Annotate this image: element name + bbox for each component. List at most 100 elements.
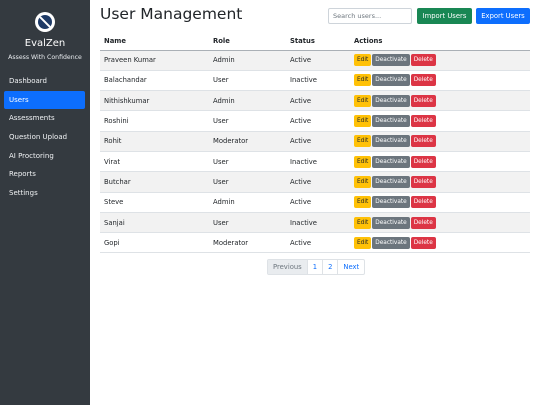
delete-button[interactable]: Delete bbox=[410, 155, 436, 168]
edit-button[interactable]: Edit bbox=[354, 236, 372, 249]
edit-button[interactable]: Edit bbox=[354, 175, 372, 188]
pagination-page-1[interactable]: 1 bbox=[306, 260, 322, 274]
user-status-cell: Active bbox=[286, 171, 350, 193]
brain-logo-icon bbox=[35, 12, 55, 32]
edit-button[interactable]: Edit bbox=[354, 94, 372, 107]
user-actions-cell: Edit Deactivate Delete bbox=[350, 131, 530, 152]
edit-button[interactable]: Edit bbox=[354, 54, 372, 67]
deactivate-button[interactable]: Deactivate bbox=[372, 135, 410, 148]
pagination-previous[interactable]: Previous bbox=[268, 260, 307, 274]
deactivate-button[interactable]: Deactivate bbox=[372, 94, 410, 107]
delete-button[interactable]: Delete bbox=[410, 236, 436, 249]
page-title: User Management bbox=[100, 5, 243, 23]
user-name-cell: Butchar bbox=[100, 171, 209, 193]
sidebar: EvalZen Assess With Confidence Dashboard… bbox=[0, 0, 90, 405]
table-row: Nithishkumar Admin Active Edit Deactivate Del… bbox=[100, 90, 530, 112]
table-row: Sanjai User Inactive Edit Deactivate Delete bbox=[100, 212, 530, 234]
delete-button[interactable]: Delete bbox=[410, 74, 436, 87]
edit-button[interactable]: Edit bbox=[354, 196, 372, 209]
sidebar-nav: Dashboard Users Assessments Question Upl… bbox=[4, 72, 85, 203]
edit-button[interactable]: Edit bbox=[354, 216, 372, 229]
edit-button[interactable]: Edit bbox=[354, 135, 372, 148]
pagination-page-2[interactable]: 2 bbox=[322, 260, 337, 274]
user-name-cell: Steve bbox=[100, 192, 209, 213]
user-status-cell: Active bbox=[286, 131, 350, 152]
deactivate-button[interactable]: Deactivate bbox=[372, 236, 410, 249]
user-name-cell: Gopi bbox=[100, 232, 209, 254]
brand-name: EvalZen bbox=[24, 38, 66, 49]
user-role-cell: User bbox=[209, 110, 286, 132]
table-row: Rohit Moderator Active Edit Deactivate Delete bbox=[100, 131, 530, 152]
sidebar-item-assessments[interactable]: Assessments bbox=[4, 109, 85, 128]
user-role-cell: User bbox=[209, 171, 286, 193]
table-row: Praveen Kumar Admin Active Edit Deactivate De… bbox=[100, 50, 530, 71]
sidebar-item-users[interactable]: Users bbox=[4, 90, 85, 110]
user-actions-cell: Edit Deactivate Delete bbox=[350, 171, 530, 193]
user-status-cell: Active bbox=[286, 90, 350, 112]
user-role-cell: User bbox=[209, 151, 286, 173]
user-actions-cell: Edit Deactivate Delete bbox=[350, 50, 530, 71]
delete-button[interactable]: Delete bbox=[410, 175, 436, 188]
user-actions-cell: Edit Deactivate Delete bbox=[350, 90, 530, 112]
user-name-cell: Sanjai bbox=[100, 212, 209, 234]
table-header-row: Name Role Status Actions bbox=[100, 33, 530, 51]
user-name-cell: Rohit bbox=[100, 131, 209, 152]
table-row: Butchar User Active Edit Deactivate Delete bbox=[100, 171, 530, 193]
deactivate-button[interactable]: Deactivate bbox=[372, 216, 410, 229]
table-row: Steve Admin Active Edit Deactivate Delete bbox=[100, 192, 530, 213]
deactivate-button[interactable]: Deactivate bbox=[372, 155, 410, 168]
user-role-cell: Admin bbox=[209, 50, 286, 71]
table-row: Virat User Inactive Edit Deactivate Delete bbox=[100, 151, 530, 173]
import-users-button[interactable]: Import Users bbox=[417, 8, 472, 24]
delete-button[interactable]: Delete bbox=[410, 115, 436, 128]
user-status-cell: Active bbox=[286, 192, 350, 213]
users-table: Name Role Status Actions Praveen Kumar Ad… bbox=[100, 33, 530, 254]
user-name-cell: Balachandar bbox=[100, 70, 209, 92]
export-users-button[interactable]: Export Users bbox=[476, 8, 530, 24]
pagination-next[interactable]: Next bbox=[337, 260, 364, 274]
edit-button[interactable]: Edit bbox=[354, 115, 372, 128]
edit-button[interactable]: Edit bbox=[354, 155, 372, 168]
column-header-actions: Actions bbox=[350, 33, 530, 51]
deactivate-button[interactable]: Deactivate bbox=[372, 175, 410, 188]
search-input[interactable] bbox=[328, 8, 412, 24]
user-status-cell: Inactive bbox=[286, 212, 350, 234]
user-name-cell: Praveen Kumar bbox=[100, 50, 209, 71]
pagination: Previous 1 2 Next bbox=[267, 259, 366, 275]
sidebar-item-ai-proctoring[interactable]: AI Proctoring bbox=[4, 147, 85, 166]
user-actions-cell: Edit Deactivate Delete bbox=[350, 70, 530, 92]
user-name-cell: Nithishkumar bbox=[100, 90, 209, 112]
user-role-cell: Moderator bbox=[209, 232, 286, 254]
user-status-cell: Inactive bbox=[286, 151, 350, 173]
column-header-role: Role bbox=[209, 33, 286, 51]
table-row: Balachandar User Inactive Edit Deactivate Del… bbox=[100, 70, 530, 92]
table-row: Roshini User Active Edit Deactivate Delete bbox=[100, 110, 530, 132]
user-role-cell: User bbox=[209, 212, 286, 234]
delete-button[interactable]: Delete bbox=[410, 94, 436, 107]
sidebar-item-question-upload[interactable]: Question Upload bbox=[4, 128, 85, 147]
sidebar-item-dashboard[interactable]: Dashboard bbox=[4, 72, 85, 91]
delete-button[interactable]: Delete bbox=[410, 196, 436, 209]
delete-button[interactable]: Delete bbox=[410, 54, 436, 67]
user-status-cell: Active bbox=[286, 110, 350, 132]
user-role-cell: Admin bbox=[209, 192, 286, 213]
edit-button[interactable]: Edit bbox=[354, 74, 372, 87]
user-role-cell: Moderator bbox=[209, 131, 286, 152]
user-role-cell: User bbox=[209, 70, 286, 92]
user-name-cell: Virat bbox=[100, 151, 209, 173]
sidebar-item-settings[interactable]: Settings bbox=[4, 184, 85, 203]
user-actions-cell: Edit Deactivate Delete bbox=[350, 212, 530, 234]
deactivate-button[interactable]: Deactivate bbox=[372, 74, 410, 87]
user-status-cell: Active bbox=[286, 50, 350, 71]
delete-button[interactable]: Delete bbox=[410, 216, 436, 229]
table-body: Praveen Kumar Admin Active Edit Deactivate De… bbox=[100, 50, 530, 254]
user-actions-cell: Edit Deactivate Delete bbox=[350, 110, 530, 132]
deactivate-button[interactable]: Deactivate bbox=[372, 115, 410, 128]
deactivate-button[interactable]: Deactivate bbox=[372, 196, 410, 209]
sidebar-item-reports[interactable]: Reports bbox=[4, 165, 85, 184]
user-status-cell: Active bbox=[286, 232, 350, 254]
delete-button[interactable]: Delete bbox=[410, 135, 436, 148]
user-status-cell: Inactive bbox=[286, 70, 350, 92]
user-actions-cell: Edit Deactivate Delete bbox=[350, 151, 530, 173]
deactivate-button[interactable]: Deactivate bbox=[372, 54, 410, 67]
